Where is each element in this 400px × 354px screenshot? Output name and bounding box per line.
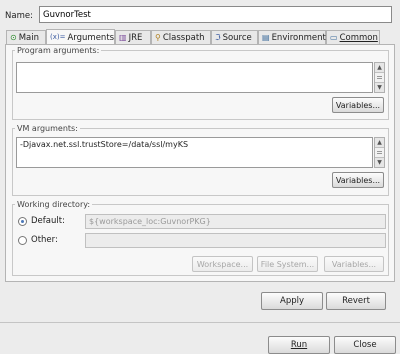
- jre-icon: ▥: [119, 32, 127, 42]
- other-directory-field: [85, 233, 386, 248]
- tab-main[interactable]: ⊙ Main: [6, 30, 46, 44]
- file-system-button-label: File System...: [260, 259, 315, 269]
- main-tab-icon: ⊙: [10, 32, 17, 42]
- tab-main-label: Main: [18, 32, 39, 43]
- program-arguments-variables-label: Variables...: [335, 100, 381, 110]
- close-button[interactable]: Close: [334, 336, 396, 354]
- other-radio[interactable]: [18, 236, 27, 245]
- arguments-panel: Program arguments: ▲ ▼ Variables... VM a…: [5, 44, 395, 282]
- name-input[interactable]: [39, 6, 392, 23]
- vm-arguments-legend: VM arguments:: [17, 124, 78, 133]
- vm-arguments-variables-label: Variables...: [335, 175, 381, 185]
- scroll-up-icon[interactable]: ▲: [375, 138, 384, 148]
- scroll-grip: [377, 76, 382, 77]
- default-label: Default:: [31, 216, 65, 226]
- tab-common-label: Common: [339, 32, 378, 43]
- revert-button[interactable]: Revert: [326, 292, 386, 310]
- environment-icon: ▤: [262, 32, 270, 42]
- scroll-down-icon[interactable]: ▼: [375, 82, 384, 92]
- scroll-up-icon[interactable]: ▲: [375, 63, 384, 73]
- working-directory-variables-button: Variables...: [324, 256, 384, 272]
- apply-button-label: Apply: [280, 296, 304, 306]
- tab-classpath-label: Classpath: [162, 32, 205, 43]
- vm-arguments-textarea[interactable]: -Djavax.net.ssl.trustStore=/data/ssl/myK…: [16, 137, 373, 168]
- tab-source-label: Source: [222, 32, 252, 43]
- program-arguments-textarea[interactable]: [16, 62, 373, 93]
- working-directory-legend: Working directory:: [17, 200, 91, 209]
- run-button[interactable]: Run: [268, 336, 330, 354]
- footer-divider: [0, 322, 400, 323]
- tab-jre-label: JRE: [128, 32, 143, 43]
- vm-arguments-variables-button[interactable]: Variables...: [332, 172, 384, 188]
- tab-arguments-label: Arguments: [67, 32, 115, 43]
- working-directory-variables-label: Variables...: [331, 259, 377, 269]
- classpath-icon: ⚲: [155, 32, 161, 42]
- vm-arguments-scrollbar[interactable]: ▲ ▼: [374, 137, 385, 168]
- program-arguments-variables-button[interactable]: Variables...: [332, 97, 384, 113]
- tab-environment-label: Environment: [271, 32, 326, 43]
- close-button-label: Close: [353, 340, 377, 350]
- tab-arguments[interactable]: (x)= Arguments: [46, 29, 115, 45]
- run-button-label: Run: [290, 340, 308, 350]
- scroll-grip: [377, 153, 382, 154]
- workspace-button: Workspace...: [192, 256, 253, 272]
- scroll-grip: [377, 78, 382, 79]
- other-label: Other:: [31, 235, 58, 245]
- name-label: Name:: [5, 11, 33, 21]
- scroll-down-icon[interactable]: ▼: [375, 157, 384, 167]
- file-system-button: File System...: [257, 256, 318, 272]
- workspace-button-label: Workspace...: [196, 259, 249, 269]
- arguments-tab-icon: (x)=: [50, 33, 66, 41]
- default-radio[interactable]: [18, 217, 27, 226]
- tab-common[interactable]: ▭ Common: [326, 30, 380, 44]
- default-directory-field: ${workspace_loc:GuvnorPKG}: [85, 214, 386, 229]
- source-icon: ℑ: [215, 32, 221, 42]
- tab-environment[interactable]: ▤ Environment: [258, 30, 326, 44]
- program-arguments-legend: Program arguments:: [17, 46, 100, 55]
- scroll-grip: [377, 151, 382, 152]
- tab-source[interactable]: ℑ Source: [211, 30, 258, 44]
- apply-button[interactable]: Apply: [261, 292, 323, 310]
- program-arguments-scrollbar[interactable]: ▲ ▼: [374, 62, 385, 93]
- tab-jre[interactable]: ▥ JRE: [115, 30, 151, 44]
- tab-classpath[interactable]: ⚲ Classpath: [151, 30, 211, 44]
- common-icon: ▭: [330, 32, 338, 42]
- revert-button-label: Revert: [342, 296, 370, 306]
